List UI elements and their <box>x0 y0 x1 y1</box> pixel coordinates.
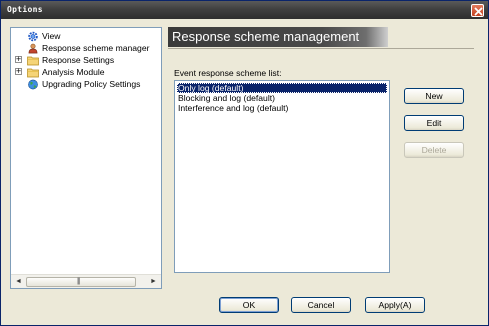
response-scheme-panel: Response scheme management Event respons… <box>168 27 480 289</box>
folder-icon <box>27 68 39 77</box>
expand-toggle-response-settings[interactable]: + <box>15 56 22 63</box>
edit-button[interactable]: Edit <box>404 115 464 131</box>
ok-button[interactable]: OK <box>219 297 279 313</box>
expand-toggle-analysis-module[interactable]: + <box>15 68 22 75</box>
scheme-listbox[interactable]: Only log (default) Blocking and log (def… <box>174 80 390 273</box>
panel-header: Response scheme management <box>168 27 388 47</box>
globe-icon <box>28 79 38 89</box>
tree-item-upgrading-policy-settings[interactable]: Upgrading Policy Settings <box>27 78 140 90</box>
tree-item-label: Upgrading Policy Settings <box>42 79 141 89</box>
scheme-list-label: Event response scheme list: <box>174 68 282 78</box>
options-dialog: Options View Response scheme manager + R… <box>0 0 489 326</box>
close-icon <box>474 7 483 16</box>
new-button[interactable]: New <box>404 88 464 104</box>
panel-title: Response scheme management <box>172 29 360 44</box>
gear-icon <box>28 31 38 41</box>
header-divider <box>168 48 474 49</box>
tree-item-view[interactable]: View <box>27 30 60 42</box>
tree-item-label: Analysis Module <box>42 67 105 77</box>
tree-item-label: View <box>42 31 61 41</box>
user-icon <box>28 43 38 53</box>
cancel-button[interactable]: Cancel <box>291 297 351 313</box>
scroll-left-arrow[interactable]: ◄ <box>15 278 22 285</box>
scroll-thumb[interactable]: ||| <box>26 277 136 287</box>
tree-item-label: Response Settings <box>42 55 115 65</box>
scheme-item-blocking-log[interactable]: Blocking and log (default) <box>177 93 387 103</box>
tree-item-analysis-module[interactable]: Analysis Module <box>27 66 105 78</box>
scroll-grip: ||| <box>77 278 81 285</box>
scheme-item-only-log[interactable]: Only log (default) <box>177 83 387 93</box>
title-bar[interactable]: Options <box>1 1 488 19</box>
dialog-content: View Response scheme manager + Response … <box>4 22 485 324</box>
horizontal-scrollbar[interactable]: ◄ ||| ► <box>11 274 161 288</box>
tree-item-response-scheme-manager[interactable]: Response scheme manager <box>27 42 149 54</box>
settings-tree[interactable]: View Response scheme manager + Response … <box>10 27 162 289</box>
tree-item-response-settings[interactable]: Response Settings <box>27 54 114 66</box>
tree-item-label: Response scheme manager <box>42 43 150 53</box>
scheme-item-interference-log[interactable]: Interference and log (default) <box>177 103 387 113</box>
apply-button[interactable]: Apply(A) <box>365 297 425 313</box>
window-title: Options <box>7 5 43 14</box>
close-button[interactable] <box>471 4 484 17</box>
folder-icon <box>27 56 39 65</box>
delete-button[interactable]: Delete <box>404 142 464 158</box>
scroll-right-arrow[interactable]: ► <box>150 278 157 285</box>
